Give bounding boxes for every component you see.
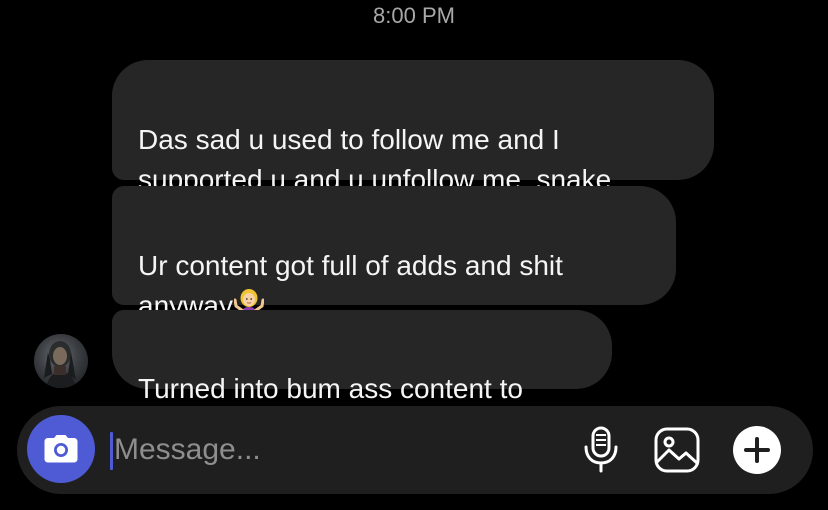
message-bubble[interactable]: Turned into bum ass content to [112,310,612,404]
avatar-photo-icon [44,341,76,388]
dm-thread-screen: 8:00 PM Das sad u used to follow me and … [0,0,828,510]
message-text: Turned into bum ass content to [138,373,523,404]
camera-button[interactable] [27,415,95,483]
microphone-icon [584,426,618,473]
more-options-button[interactable] [731,424,783,476]
plus-icon [733,426,781,474]
image-icon [654,427,700,473]
message-bubble[interactable]: Ur content got full of adds and shit any… [112,186,676,321]
message-timestamp: 8:00 PM [373,3,455,28]
message-text: Das sad u used to follow me and I suppor… [138,124,612,195]
microphone-button[interactable] [575,424,627,476]
message-composer [17,406,813,494]
message-bubble[interactable]: Das sad u used to follow me and I suppor… [112,60,714,195]
sender-avatar[interactable] [34,334,88,388]
camera-icon [44,435,78,463]
message-input[interactable] [114,428,554,472]
gallery-button[interactable] [651,424,703,476]
text-cursor [110,432,113,470]
